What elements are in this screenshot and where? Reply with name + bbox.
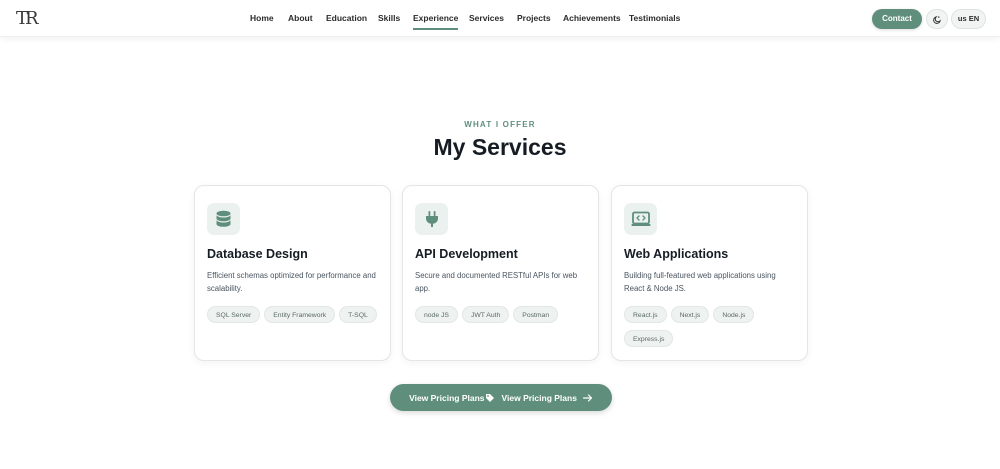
nav-item-home[interactable]: Home — [250, 13, 274, 23]
service-description: Building full-featured web applications … — [624, 271, 776, 293]
nav-item-experience[interactable]: Experience — [413, 13, 459, 30]
service-title: API Development — [415, 247, 518, 261]
service-tags: SQL Server Entity Framework T-SQL — [207, 304, 382, 328]
service-card-web: Web Applications Building full-featured … — [611, 185, 808, 361]
nav-item-testimonials[interactable]: Testimonials — [629, 13, 680, 23]
top-nav-bar: TR Home About Education Skills Experienc… — [0, 0, 1000, 37]
tech-tag: SQL Server — [207, 306, 261, 323]
service-card-database: Database Design Efficient schemas optimi… — [194, 185, 391, 361]
code-window-icon — [631, 211, 650, 226]
tech-tag: node JS — [415, 306, 458, 323]
service-icon-container — [415, 203, 448, 235]
plug-icon — [425, 211, 438, 227]
cta-label: View Pricing Plans — [501, 392, 577, 403]
nav-item-about[interactable]: About — [288, 13, 313, 23]
nav-item-skills[interactable]: Skills — [378, 13, 400, 23]
nav-item-projects[interactable]: Projects — [517, 13, 551, 23]
language-selector[interactable]: us EN — [951, 9, 986, 29]
theme-toggle-icon — [932, 15, 941, 24]
section-eyebrow: WHAT I OFFER — [464, 120, 536, 129]
service-card-api: API Development Secure and documented RE… — [402, 185, 599, 361]
nav-item-achievements[interactable]: Achievements — [563, 13, 621, 23]
nav-item-services[interactable]: Services — [469, 13, 504, 23]
tech-tag: Postman — [513, 306, 559, 323]
service-tags: React.js Next.js Node.js Express.js — [624, 304, 799, 352]
tech-tag: Express.js — [624, 330, 674, 347]
database-icon — [216, 210, 231, 227]
service-icon-container — [624, 203, 657, 235]
contact-button[interactable]: Contact — [872, 9, 922, 29]
tech-tag: Node.js — [713, 306, 755, 323]
tech-tag: T-SQL — [339, 306, 377, 323]
nav-item-education[interactable]: Education — [326, 13, 367, 23]
cta-label: View Pricing Plans — [409, 392, 485, 403]
tech-tag: Next.js — [670, 306, 710, 323]
view-pricing-plans-button[interactable]: View Pricing Plans View Pricing Plans — [390, 384, 612, 411]
section-title: My Services — [433, 134, 567, 160]
theme-toggle-button[interactable] — [926, 9, 948, 29]
tech-tag: JWT Auth — [461, 306, 510, 323]
service-description: Secure and documented RESTful APIs for w… — [415, 271, 578, 293]
tech-tag: React.js — [624, 306, 667, 323]
service-icon-container — [207, 203, 240, 235]
service-title: Web Applications — [624, 247, 729, 261]
arrow-right-icon — [582, 393, 593, 402]
service-title: Database Design — [207, 247, 308, 261]
service-description: Efficient schemas optimized for performa… — [207, 271, 376, 293]
tech-tag: Entity Framework — [264, 306, 336, 323]
service-tags: node JS JWT Auth Postman — [415, 304, 590, 328]
nav-menu: Home About Education Skills Experience S… — [0, 0, 1000, 37]
tag-icon — [485, 393, 494, 402]
